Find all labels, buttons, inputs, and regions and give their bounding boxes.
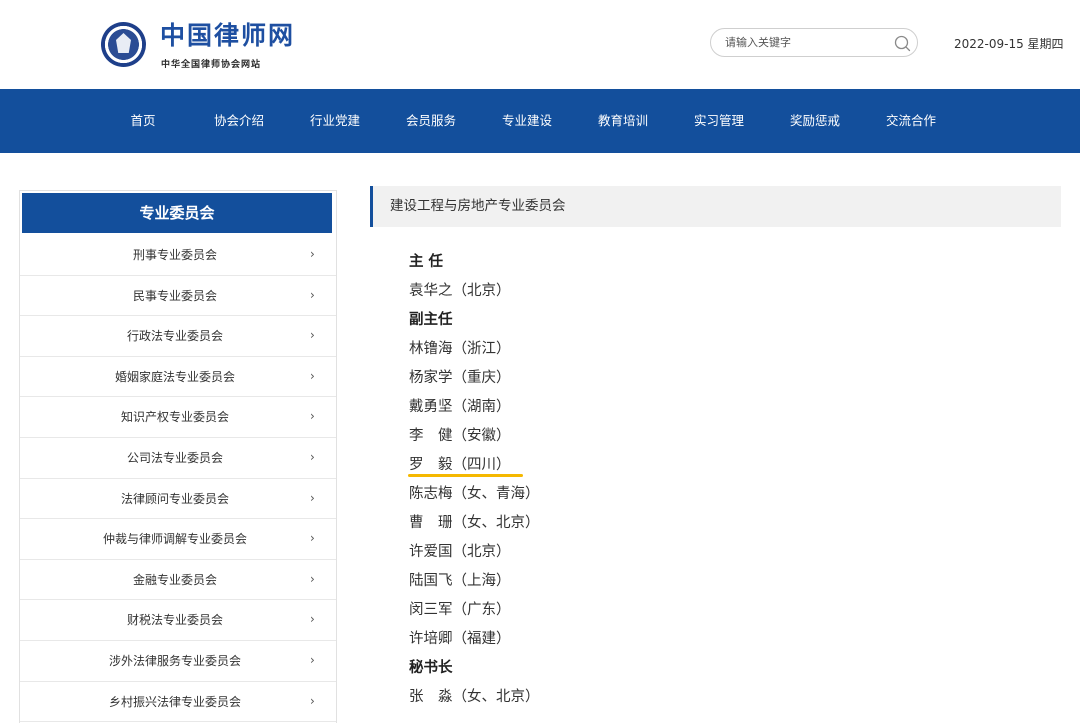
sidebar-item-criminal[interactable]: 刑事专业委员会 › bbox=[20, 235, 336, 276]
page-title: 建设工程与房地产专业委员会 bbox=[390, 198, 566, 214]
sidebar-title: 专业委员会 bbox=[22, 193, 332, 233]
sidebar-item-label: 金融专业委员会 bbox=[132, 572, 217, 587]
roster-member: 杨家学（重庆） bbox=[409, 370, 511, 386]
roster-member: 许培卿（福建） bbox=[409, 631, 511, 647]
search-icon[interactable] bbox=[894, 35, 911, 52]
committee-sidebar: 专业委员会 刑事专业委员会 › 民事专业委员会 › 行政法专业委员会 › 婚姻家… bbox=[19, 190, 337, 723]
lawyers-association-emblem-icon[interactable] bbox=[101, 22, 146, 67]
chevron-right-icon: › bbox=[310, 571, 315, 586]
sidebar-item-civil[interactable]: 民事专业委员会 › bbox=[20, 276, 336, 317]
main-nav: 首页 协会介绍 行业党建 会员服务 专业建设 教育培训 实习管理 奖励惩戒 交流… bbox=[0, 89, 1080, 153]
sidebar-item-tax[interactable]: 财税法专业委员会 › bbox=[20, 600, 336, 641]
sidebar-item-label: 财税法专业委员会 bbox=[126, 613, 223, 628]
nav-item-professional-development[interactable]: 专业建设 bbox=[502, 89, 552, 153]
chevron-right-icon: › bbox=[310, 247, 315, 261]
roster-member: 闵三军（广东） bbox=[409, 602, 511, 618]
sidebar-item-label: 公司法专业委员会 bbox=[126, 450, 223, 465]
roster-member: 曹 珊（女、北京） bbox=[409, 515, 540, 531]
nav-item-home[interactable]: 首页 bbox=[130, 89, 155, 153]
breadcrumb: 建设工程与房地产专业委员会 bbox=[370, 186, 1061, 227]
committee-list: 刑事专业委员会 › 民事专业委员会 › 行政法专业委员会 › 婚姻家庭法专业委员… bbox=[20, 235, 336, 723]
sidebar-item-arbitration[interactable]: 仲裁与律师调解专业委员会 › bbox=[20, 519, 336, 560]
roster-member: 林镥海（浙江） bbox=[409, 341, 511, 357]
site-logo-title[interactable]: 中国律师网 bbox=[160, 16, 295, 52]
roster-member: 陈志梅（女、青海） bbox=[409, 486, 540, 502]
search-input[interactable] bbox=[725, 33, 875, 52]
roster-heading-deputy: 副主任 bbox=[409, 312, 453, 328]
sidebar-item-label: 婚姻家庭法专业委员会 bbox=[114, 369, 235, 384]
nav-item-member-services[interactable]: 会员服务 bbox=[406, 89, 456, 153]
roster-member: 张 淼（女、北京） bbox=[409, 689, 540, 705]
chevron-right-icon: › bbox=[310, 449, 315, 464]
sidebar-item-rural[interactable]: 乡村振兴法律专业委员会 › bbox=[20, 682, 336, 723]
chevron-right-icon: › bbox=[310, 368, 315, 383]
nav-item-rewards-discipline[interactable]: 奖励惩戒 bbox=[790, 89, 840, 153]
chevron-right-icon: › bbox=[310, 652, 315, 667]
chevron-right-icon: › bbox=[310, 328, 315, 343]
nav-item-internship[interactable]: 实习管理 bbox=[694, 89, 744, 153]
highlight-underline bbox=[408, 474, 523, 477]
site-header: 中国律师网 中华全国律师协会网站 2022-09-15 星期四 bbox=[0, 0, 1080, 89]
site-logo-subtitle: 中华全国律师协会网站 bbox=[161, 60, 262, 70]
sidebar-item-legal-counsel[interactable]: 法律顾问专业委员会 › bbox=[20, 479, 336, 520]
sidebar-item-label: 仲裁与律师调解专业委员会 bbox=[102, 532, 247, 547]
chevron-right-icon: › bbox=[310, 612, 315, 627]
committee-roster: 主 任 袁华之（北京） 副主任 林镥海（浙江） 杨家学（重庆） 戴勇坚（湖南） … bbox=[409, 248, 809, 712]
sidebar-item-ip[interactable]: 知识产权专业委员会 › bbox=[20, 397, 336, 438]
chevron-right-icon: › bbox=[310, 409, 315, 424]
current-date: 2022-09-15 星期四 bbox=[954, 37, 1064, 51]
roster-member: 陆国飞（上海） bbox=[409, 573, 511, 589]
roster-member: 戴勇坚（湖南） bbox=[409, 399, 511, 415]
sidebar-item-company-law[interactable]: 公司法专业委员会 › bbox=[20, 438, 336, 479]
chevron-right-icon: › bbox=[310, 287, 315, 302]
sidebar-item-label: 知识产权专业委员会 bbox=[120, 410, 229, 425]
chevron-right-icon: › bbox=[310, 531, 315, 546]
nav-item-about[interactable]: 协会介绍 bbox=[214, 89, 264, 153]
sidebar-item-label: 乡村振兴法律专业委员会 bbox=[108, 694, 241, 709]
chevron-right-icon: › bbox=[310, 693, 315, 708]
sidebar-item-foreign-legal[interactable]: 涉外法律服务专业委员会 › bbox=[20, 641, 336, 682]
sidebar-item-finance[interactable]: 金融专业委员会 › bbox=[20, 560, 336, 601]
sidebar-item-family[interactable]: 婚姻家庭法专业委员会 › bbox=[20, 357, 336, 398]
roster-member: 许爱国（北京） bbox=[409, 544, 511, 560]
nav-item-party-building[interactable]: 行业党建 bbox=[310, 89, 360, 153]
roster-heading-director: 主 任 bbox=[409, 254, 444, 270]
roster-member: 李 健（安徽） bbox=[409, 428, 511, 444]
sidebar-item-label: 民事专业委员会 bbox=[132, 288, 217, 303]
roster-heading-secretary: 秘书长 bbox=[409, 660, 453, 676]
search-box bbox=[710, 28, 918, 57]
sidebar-item-label: 刑事专业委员会 bbox=[132, 248, 217, 262]
roster-member: 袁华之（北京） bbox=[409, 283, 511, 299]
sidebar-item-label: 涉外法律服务专业委员会 bbox=[108, 653, 241, 668]
sidebar-item-administrative[interactable]: 行政法专业委员会 › bbox=[20, 316, 336, 357]
chevron-right-icon: › bbox=[310, 490, 315, 505]
nav-item-education-training[interactable]: 教育培训 bbox=[598, 89, 648, 153]
nav-item-exchange-cooperation[interactable]: 交流合作 bbox=[886, 89, 936, 153]
sidebar-item-label: 法律顾问专业委员会 bbox=[120, 491, 229, 506]
sidebar-item-label: 行政法专业委员会 bbox=[126, 329, 223, 344]
